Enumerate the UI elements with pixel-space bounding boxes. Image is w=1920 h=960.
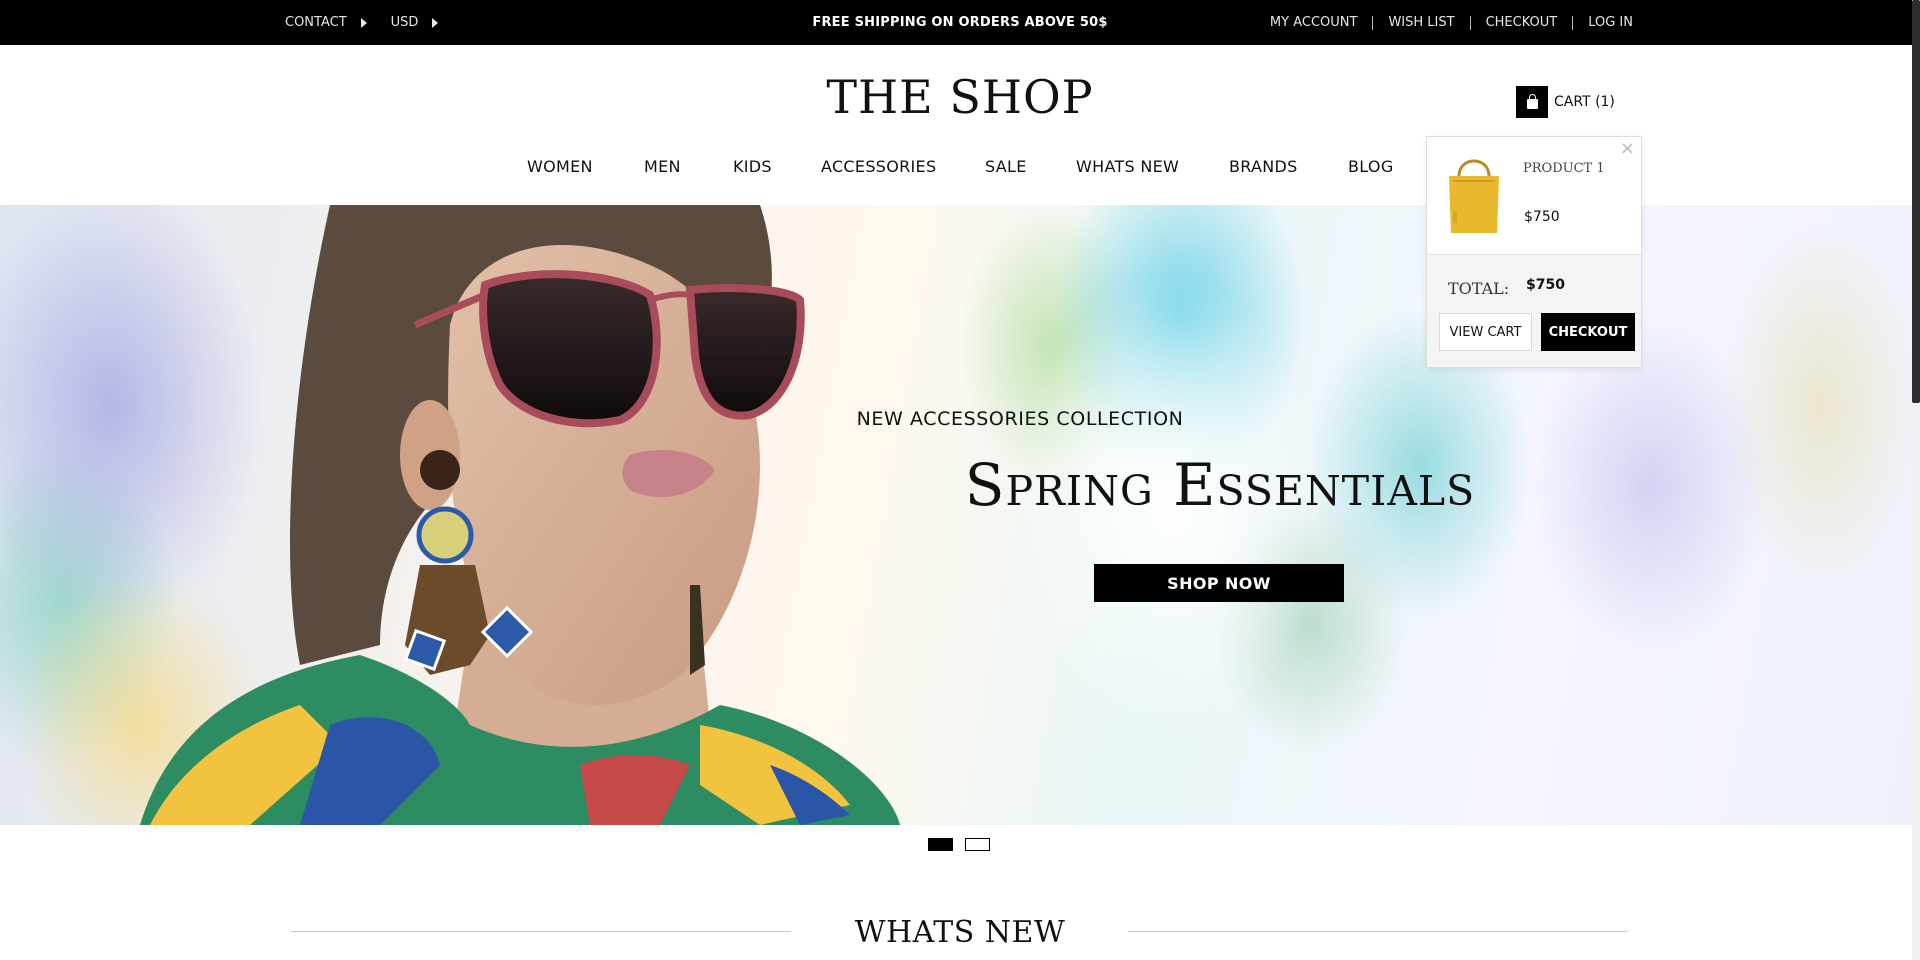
- shopping-bag-icon: [1516, 86, 1548, 118]
- nav-item-kids[interactable]: KIDS: [733, 157, 772, 176]
- close-icon[interactable]: ×: [1620, 140, 1635, 158]
- nav-item-brands[interactable]: BRANDS: [1229, 157, 1298, 176]
- page-scrollbar-thumb[interactable]: [1912, 0, 1920, 403]
- nav-item-sale[interactable]: SALE: [985, 157, 1027, 176]
- nav-item-accessories[interactable]: ACCESSORIES: [821, 157, 936, 176]
- slider-dot-1[interactable]: [928, 838, 953, 851]
- section-title-whats-new: WHATS NEW: [854, 915, 1066, 950]
- slider-pagination: [928, 838, 1002, 851]
- account-links: MY ACCOUNT WISH LIST CHECKOUT LOG IN: [1255, 0, 1633, 45]
- total-value: $750: [1526, 277, 1565, 293]
- nav-item-whats-new[interactable]: WHATS NEW: [1076, 157, 1179, 176]
- log-in-link[interactable]: LOG IN: [1572, 15, 1633, 30]
- site-logo[interactable]: THE SHOP: [0, 70, 1920, 124]
- hero-subtitle: NEW ACCESSORIES COLLECTION: [856, 408, 1184, 430]
- nav-item-men[interactable]: MEN: [644, 157, 681, 176]
- top-bar: CONTACT USD FREE SHIPPING ON ORDERS ABOV…: [0, 0, 1920, 45]
- mini-cart-dropdown: PRODUCT 1 $750 × TOTAL: $750 VIEW CART C…: [1426, 136, 1642, 368]
- view-cart-button[interactable]: VIEW CART: [1439, 313, 1532, 351]
- cart-label: CART (1): [1554, 94, 1615, 110]
- product-name[interactable]: PRODUCT 1: [1523, 161, 1605, 176]
- checkout-button[interactable]: CHECKOUT: [1541, 313, 1635, 351]
- product-thumbnail-handbag[interactable]: [1439, 151, 1509, 241]
- my-account-link[interactable]: MY ACCOUNT: [1255, 15, 1373, 30]
- nav-item-blog[interactable]: BLOG: [1348, 157, 1394, 176]
- shop-now-button[interactable]: SHOP NOW: [1094, 564, 1344, 602]
- checkout-link[interactable]: CHECKOUT: [1469, 15, 1573, 30]
- hero-title: Spring Essentials: [964, 451, 1476, 519]
- mini-cart-item: PRODUCT 1 $750: [1427, 137, 1641, 254]
- nav-item-women[interactable]: WOMEN: [527, 157, 593, 176]
- cart-button[interactable]: CART (1): [1516, 86, 1615, 118]
- product-price: $750: [1524, 209, 1560, 225]
- mini-cart-summary: TOTAL: $750 VIEW CART CHECKOUT: [1427, 254, 1641, 367]
- slider-dot-2[interactable]: [965, 838, 990, 851]
- wish-list-link[interactable]: WISH LIST: [1372, 15, 1469, 30]
- total-label: TOTAL:: [1448, 279, 1510, 298]
